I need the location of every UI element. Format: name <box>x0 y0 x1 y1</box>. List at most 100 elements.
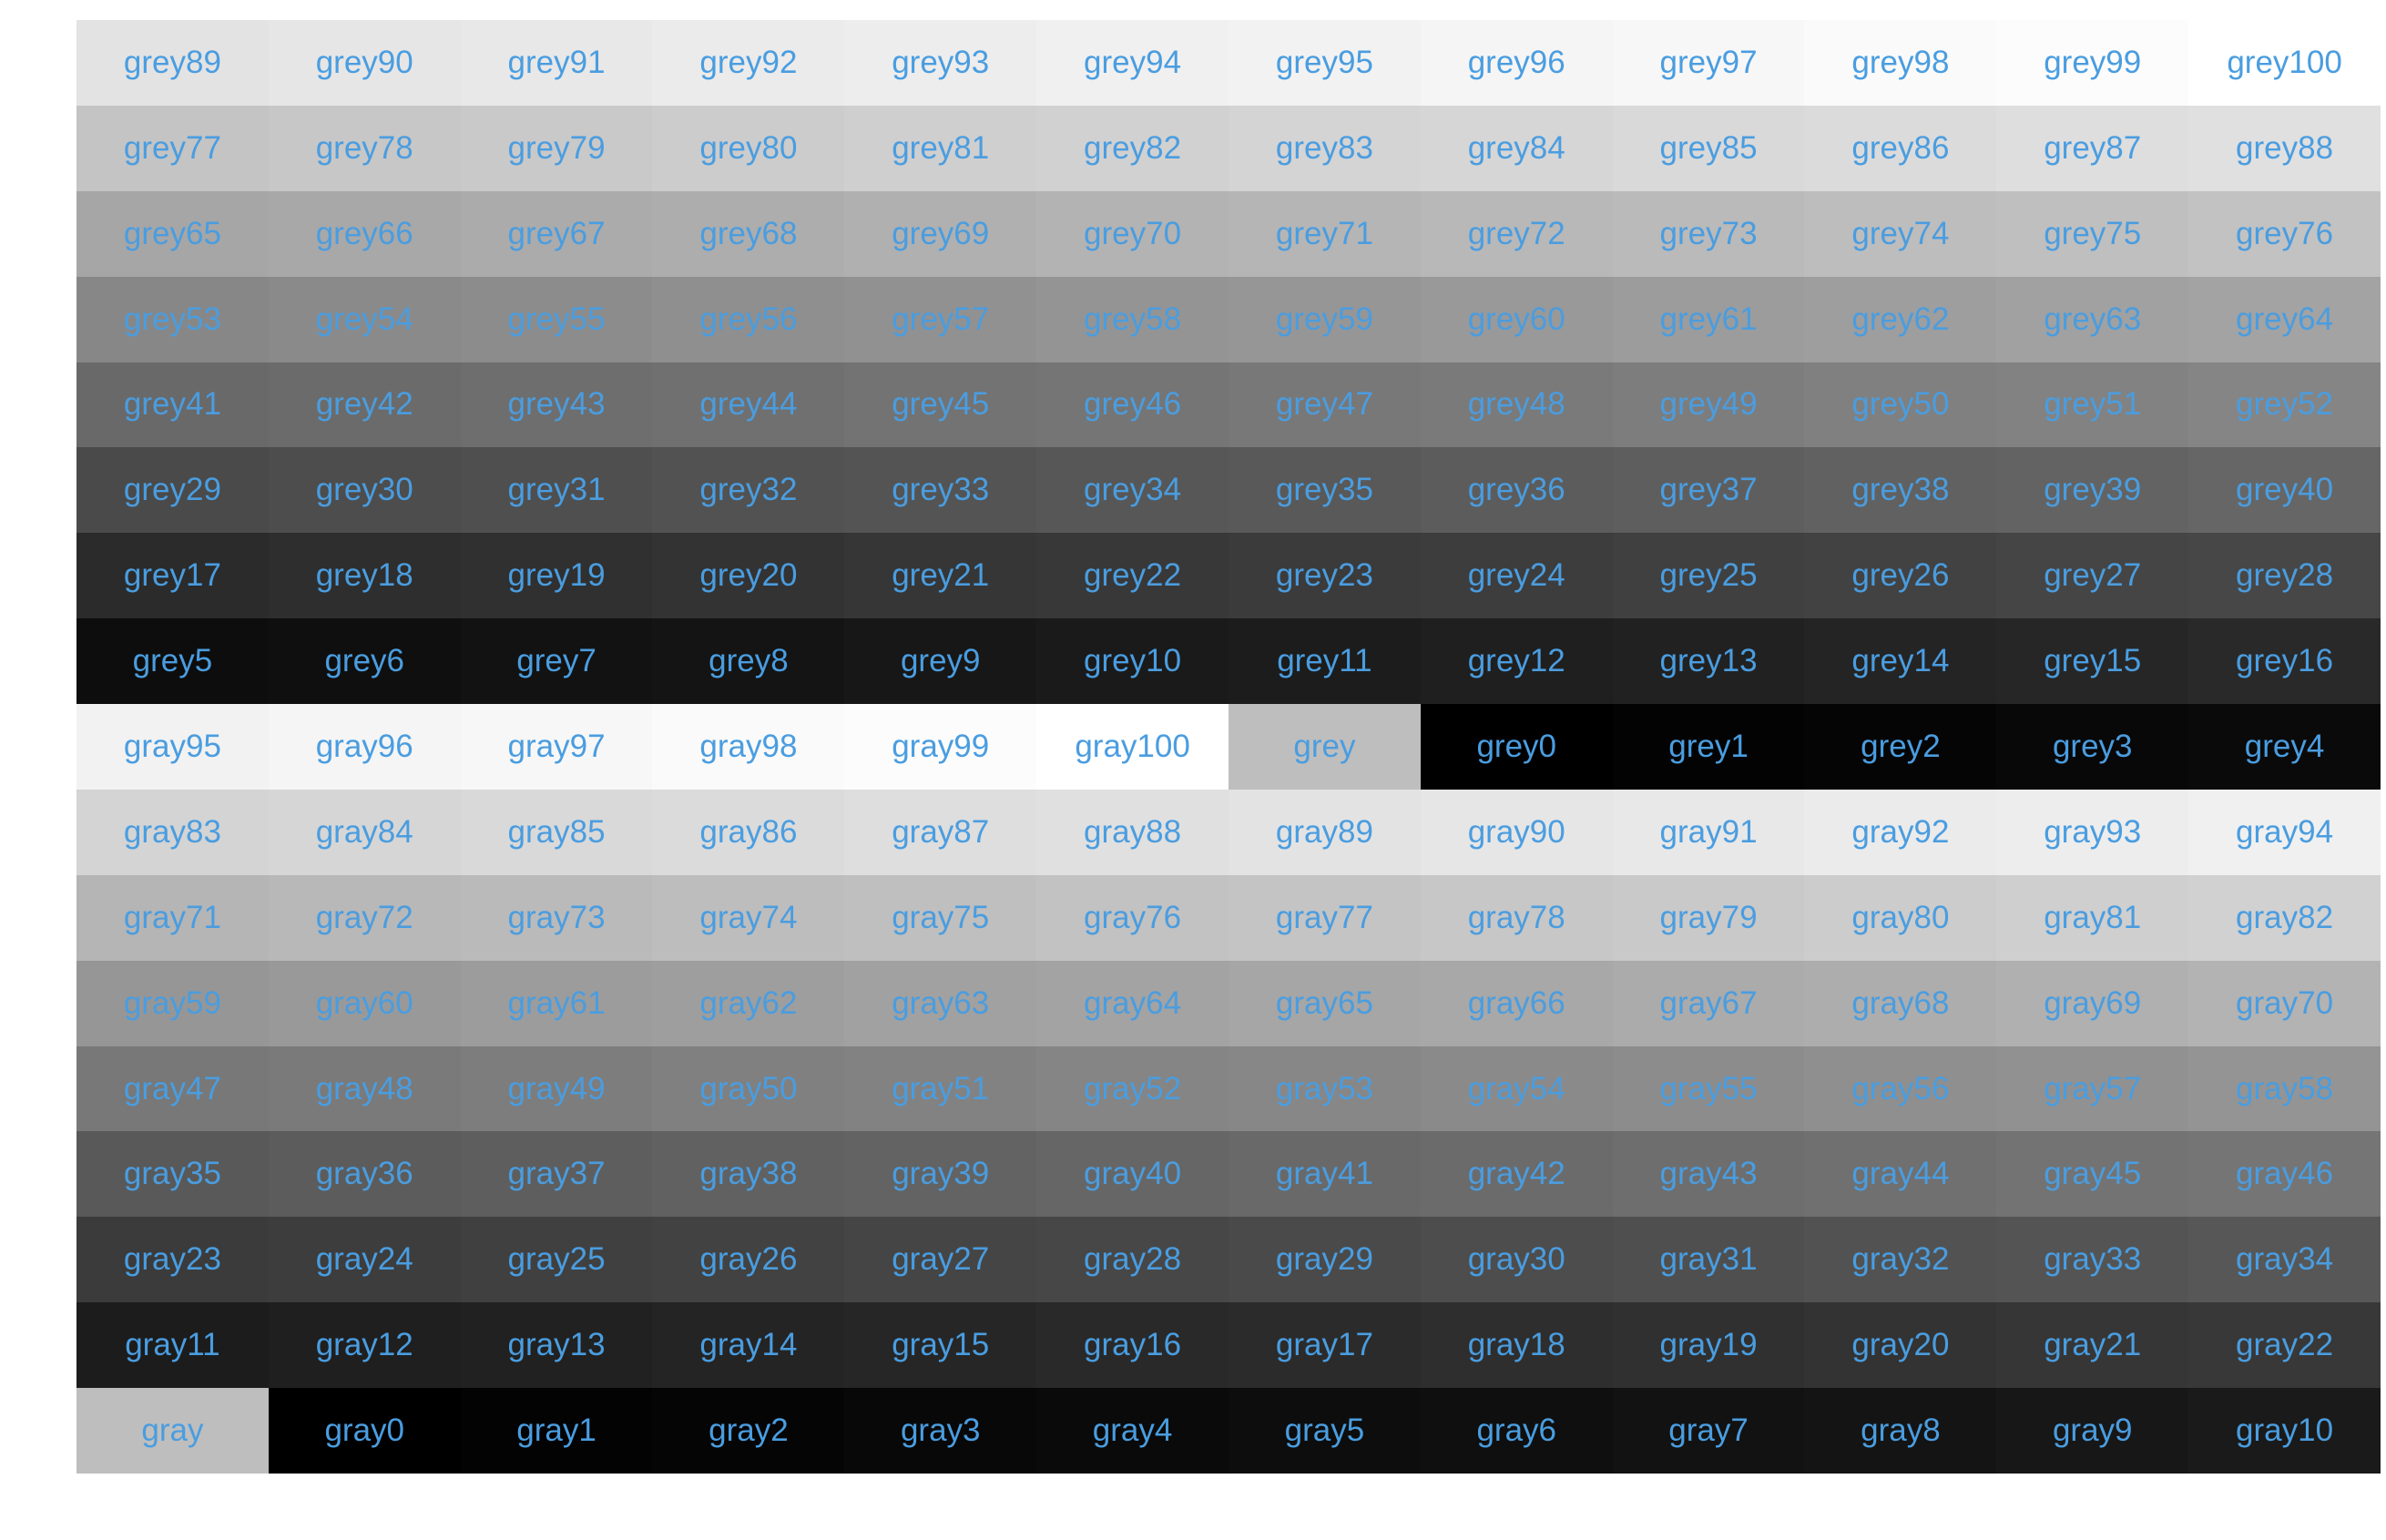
swatch-gray67: gray67 <box>1612 960 1805 1046</box>
swatch-grey96: grey96 <box>1420 20 1613 106</box>
swatch-gray16: gray16 <box>1036 1302 1229 1389</box>
swatch-grey21: grey21 <box>844 533 1037 619</box>
swatch-grey13: grey13 <box>1612 618 1805 705</box>
swatch-grey39: grey39 <box>1996 447 2189 534</box>
swatch-gray94: gray94 <box>2188 789 2381 875</box>
swatch-grey27: grey27 <box>1996 533 2189 619</box>
swatch-gray63: gray63 <box>844 960 1037 1046</box>
swatch-grey30: grey30 <box>268 447 461 534</box>
swatch-grey16: grey16 <box>2188 618 2381 705</box>
swatch-grey47: grey47 <box>1228 362 1421 448</box>
swatch-gray80: gray80 <box>1804 874 1997 961</box>
swatch-gray100: gray100 <box>1036 704 1229 790</box>
swatch-gray68: gray68 <box>1804 960 1997 1046</box>
swatch-gray13: gray13 <box>460 1302 653 1389</box>
swatch-grey41: grey41 <box>76 362 269 448</box>
swatch-gray79: gray79 <box>1612 874 1805 961</box>
swatch-grey98: grey98 <box>1804 20 1997 106</box>
swatch-gray9: gray9 <box>1996 1388 2189 1474</box>
swatch-grey40: grey40 <box>2188 447 2381 534</box>
swatch-gray81: gray81 <box>1996 874 2189 961</box>
swatch-gray95: gray95 <box>76 704 269 790</box>
swatch-grey22: grey22 <box>1036 533 1229 619</box>
swatch-gray41: gray41 <box>1228 1131 1421 1218</box>
swatch-grey59: grey59 <box>1228 276 1421 362</box>
swatch-grey19: grey19 <box>460 533 653 619</box>
swatch-gray3: gray3 <box>844 1388 1037 1474</box>
swatch-gray1: gray1 <box>460 1388 653 1474</box>
swatch-grey71: grey71 <box>1228 190 1421 277</box>
swatch-gray45: gray45 <box>1996 1131 2189 1218</box>
swatch-gray18: gray18 <box>1420 1302 1613 1389</box>
swatch-grey1: grey1 <box>1612 704 1805 790</box>
swatch-gray30: gray30 <box>1420 1217 1613 1303</box>
swatch-gray11: gray11 <box>76 1302 269 1389</box>
swatch-gray70: gray70 <box>2188 960 2381 1046</box>
swatch-gray57: gray57 <box>1996 1045 2189 1132</box>
swatch-gray73: gray73 <box>460 874 653 961</box>
swatch-gray85: gray85 <box>460 789 653 875</box>
swatch-grey2: grey2 <box>1804 704 1997 790</box>
swatch-grey58: grey58 <box>1036 276 1229 362</box>
swatch-grey48: grey48 <box>1420 362 1613 448</box>
swatch-grey33: grey33 <box>844 447 1037 534</box>
swatch-gray44: gray44 <box>1804 1131 1997 1218</box>
swatch-gray25: gray25 <box>460 1217 653 1303</box>
swatch-grey77: grey77 <box>76 105 269 191</box>
swatch-grey52: grey52 <box>2188 362 2381 448</box>
swatch-gray97: gray97 <box>460 704 653 790</box>
swatch-gray92: gray92 <box>1804 789 1997 875</box>
swatch-gray74: gray74 <box>652 874 845 961</box>
swatch-grey50: grey50 <box>1804 362 1997 448</box>
swatch-grey12: grey12 <box>1420 618 1613 705</box>
swatch-grey70: grey70 <box>1036 190 1229 277</box>
swatch-gray71: gray71 <box>76 874 269 961</box>
swatch-grey11: grey11 <box>1228 618 1421 705</box>
swatch-gray64: gray64 <box>1036 960 1229 1046</box>
swatch-grey95: grey95 <box>1228 20 1421 106</box>
swatch-grey73: grey73 <box>1612 190 1805 277</box>
swatch-grey66: grey66 <box>268 190 461 277</box>
swatch-gray58: gray58 <box>2188 1045 2381 1132</box>
swatch-gray90: gray90 <box>1420 789 1613 875</box>
swatch-grey60: grey60 <box>1420 276 1613 362</box>
swatch-grey91: grey91 <box>460 20 653 106</box>
swatch-grey92: grey92 <box>652 20 845 106</box>
swatch-grey43: grey43 <box>460 362 653 448</box>
swatch-grey4: grey4 <box>2188 704 2381 790</box>
swatch-grey83: grey83 <box>1228 105 1421 191</box>
swatch-gray93: gray93 <box>1996 789 2189 875</box>
swatch-gray37: gray37 <box>460 1131 653 1218</box>
swatch-gray78: gray78 <box>1420 874 1613 961</box>
swatch-grey10: grey10 <box>1036 618 1229 705</box>
swatch-grey99: grey99 <box>1996 20 2189 106</box>
swatch-gray96: gray96 <box>268 704 461 790</box>
swatch-grey93: grey93 <box>844 20 1037 106</box>
swatch-grey79: grey79 <box>460 105 653 191</box>
swatch-gray23: gray23 <box>76 1217 269 1303</box>
swatch-grey64: grey64 <box>2188 276 2381 362</box>
swatch-grey9: grey9 <box>844 618 1037 705</box>
swatch-grey14: grey14 <box>1804 618 1997 705</box>
swatch-gray33: gray33 <box>1996 1217 2189 1303</box>
swatch-gray5: gray5 <box>1228 1388 1421 1474</box>
swatch-gray82: gray82 <box>2188 874 2381 961</box>
swatch-gray38: gray38 <box>652 1131 845 1218</box>
swatch-gray53: gray53 <box>1228 1045 1421 1132</box>
swatch-gray0: gray0 <box>268 1388 461 1474</box>
swatch-grey100: grey100 <box>2188 20 2381 106</box>
swatch-gray42: gray42 <box>1420 1131 1613 1218</box>
swatch-grey63: grey63 <box>1996 276 2189 362</box>
swatch-gray22: gray22 <box>2188 1302 2381 1389</box>
swatch-gray36: gray36 <box>268 1131 461 1218</box>
swatch-grey38: grey38 <box>1804 447 1997 534</box>
swatch-gray21: gray21 <box>1996 1302 2189 1389</box>
swatch-grey74: grey74 <box>1804 190 1997 277</box>
swatch-grey89: grey89 <box>76 20 269 106</box>
swatch-grey32: grey32 <box>652 447 845 534</box>
swatch-gray50: gray50 <box>652 1045 845 1132</box>
swatch-gray77: gray77 <box>1228 874 1421 961</box>
swatch-grey35: grey35 <box>1228 447 1421 534</box>
swatch-gray15: gray15 <box>844 1302 1037 1389</box>
swatch-gray48: gray48 <box>268 1045 461 1132</box>
